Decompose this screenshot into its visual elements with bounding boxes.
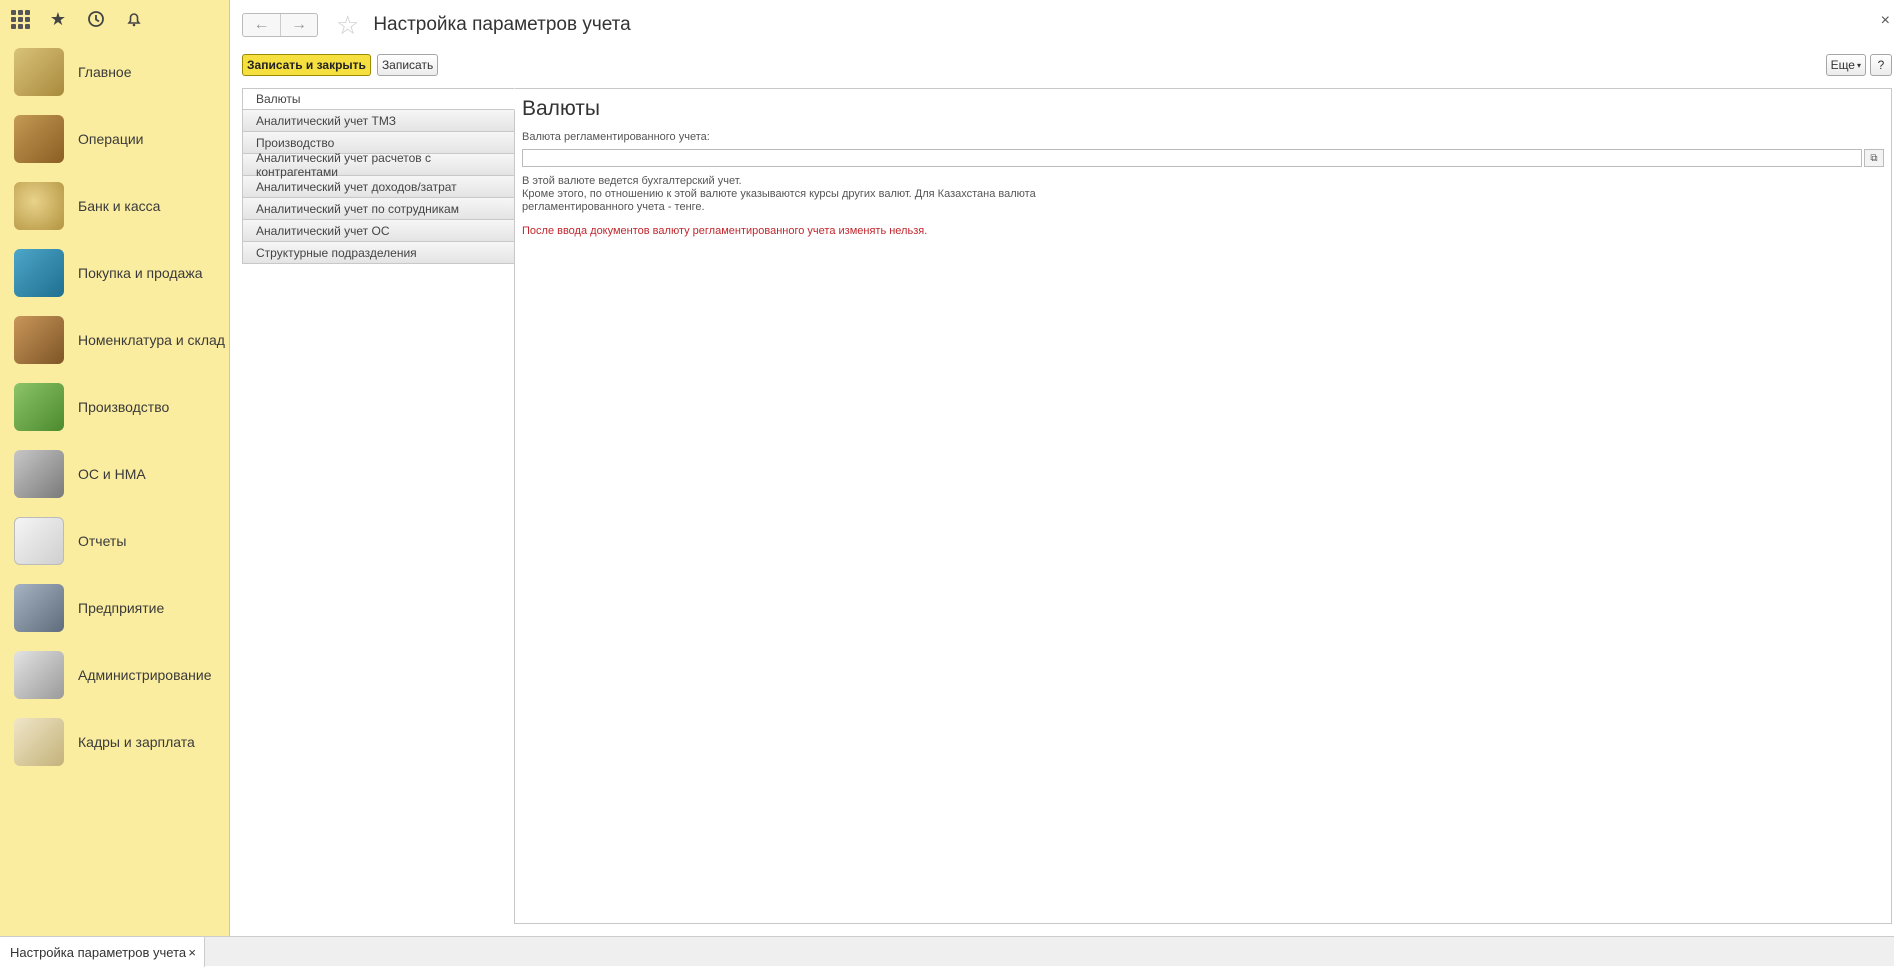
factory-icon [14,382,64,431]
sidebar-item-bank[interactable]: Банк и касса [0,172,229,239]
basket-icon [14,248,64,297]
command-bar: Записать и закрыть Записать Еще ▾ ? [231,50,1894,80]
gear-checklist-icon [14,650,64,699]
open-icon[interactable]: ⧉ [1864,149,1884,167]
info-line: Кроме этого, по отношению к этой валюте … [522,188,1036,213]
sidebar-item-hr-payroll[interactable]: Кадры и зарплата [0,708,229,775]
sidebar-item-label: Номенклатура и склад [78,331,225,348]
truck-icon [14,449,64,498]
dropdown-arrow-icon: ▾ [1856,60,1861,70]
sidebar-item-inventory[interactable]: Номенклатура и склад [0,306,229,373]
desk-lamp-icon [14,47,64,96]
tab-fixed-assets-analytics[interactable]: Аналитический учет ОС [242,220,515,242]
tab-departments[interactable]: Структурные подразделения [242,242,515,264]
buildings-icon [14,583,64,632]
forward-arrow-icon[interactable]: → [280,14,317,36]
save-button[interactable]: Записать [376,54,439,76]
sidebar: ★ Главное Операции Банк и касса Покупка … [0,0,230,936]
sidebar-item-label: ОС и НМА [78,465,146,482]
sidebar-item-label: Банк и касса [78,197,161,214]
close-icon[interactable]: × [188,945,196,960]
abacus-icon [14,114,64,163]
star-icon[interactable]: ★ [46,7,70,31]
currencies-panel: Валюты Валюта регламентированного учета:… [514,88,1892,924]
currency-input[interactable] [522,149,1862,167]
sidebar-item-purchase-sale[interactable]: Покупка и продажа [0,239,229,306]
sidebar-item-assets[interactable]: ОС и НМА [0,440,229,507]
info-text: В этой валюте ведется бухгалтерский учет… [522,175,1062,214]
sidebar-item-label: Предприятие [78,599,165,616]
sidebar-item-operations[interactable]: Операции [0,105,229,172]
right-commands: Еще ▾ ? [1825,54,1892,76]
panel-title: Валюты [522,97,600,120]
open-window-tab[interactable]: Настройка параметров учета × [0,937,205,967]
sidebar-item-administration[interactable]: Администрирование [0,641,229,708]
help-button[interactable]: ? [1870,54,1892,76]
page-title: Настройка параметров учета [373,14,631,35]
tab-currencies[interactable]: Валюты [242,88,515,110]
sidebar-item-label: Операции [78,130,144,147]
more-button[interactable]: Еще ▾ [1825,54,1866,76]
bell-icon[interactable] [122,7,146,31]
favorite-star-icon[interactable]: ☆ [336,10,359,41]
open-windows-bar: Настройка параметров учета × [0,936,1894,967]
sidebar-item-enterprise[interactable]: Предприятие [0,574,229,641]
apps-grid-icon[interactable] [8,7,32,31]
title-bar: ← → ☆ Настройка параметров учета [231,0,1894,50]
sidebar-item-main[interactable]: Главное [0,38,229,105]
sidebar-item-label: Кадры и зарплата [78,733,195,750]
currency-field-label: Валюта регламентированного учета: [522,131,710,143]
coins-icon [14,181,64,230]
save-and-close-button[interactable]: Записать и закрыть [242,54,371,76]
sidebar-toolbar: ★ [0,0,229,38]
more-button-label: Еще [1830,58,1855,72]
currency-field-row: ⧉ [522,149,1884,167]
boxes-icon [14,315,64,364]
warning-text: После ввода документов валюту регламенти… [522,225,928,237]
tab-counterparty-analytics[interactable]: Аналитический учет расчетов с контрагент… [242,151,515,179]
id-card-icon [14,717,64,766]
sidebar-item-reports[interactable]: Отчеты [0,507,229,574]
sidebar-item-production[interactable]: Производство [0,373,229,440]
settings-tabs: Валюты Аналитический учет ТМЗ Производст… [242,88,515,264]
tab-employee-analytics[interactable]: Аналитический учет по сотрудникам [242,198,515,220]
history-icon[interactable] [84,7,108,31]
sidebar-item-label: Администрирование [78,666,212,683]
sidebar-item-label: Покупка и продажа [78,264,203,281]
history-nav: ← → [242,13,318,37]
tab-inventory-analytics[interactable]: Аналитический учет ТМЗ [242,110,515,132]
sidebar-item-label: Производство [78,398,170,415]
settings-content: Валюты Аналитический учет ТМЗ Производст… [242,88,1894,924]
sidebar-item-label: Отчеты [78,532,127,549]
report-document-icon [14,516,64,565]
close-window-icon[interactable]: × [1881,12,1890,30]
back-arrow-icon[interactable]: ← [243,14,280,36]
sidebar-item-label: Главное [78,63,132,80]
main-area: ← → ☆ Настройка параметров учета × Запис… [231,0,1894,936]
info-line: В этой валюте ведется бухгалтерский учет… [522,175,742,187]
tab-income-expense-analytics[interactable]: Аналитический учет доходов/затрат [242,176,515,198]
open-window-tab-label: Настройка параметров учета [10,944,187,960]
